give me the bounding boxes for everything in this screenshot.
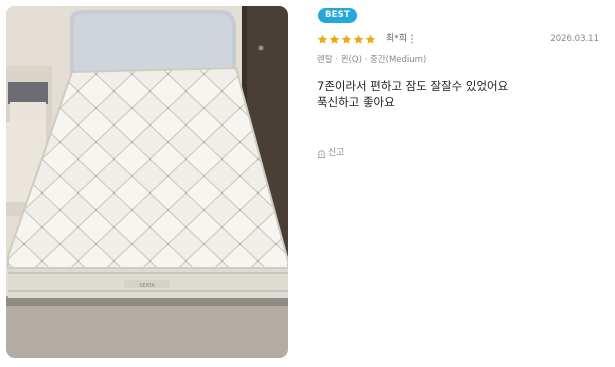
star-icon (317, 34, 328, 44)
report-label: 신고 (328, 148, 345, 158)
review-card: SERTA BEST 최*희 2026.03.11 렌탈 · 퀸(Q) · 중간… (0, 0, 615, 367)
reviewer-name: 최*희 (386, 34, 408, 44)
siren-icon (317, 149, 326, 158)
report-button[interactable]: 신고 (317, 148, 345, 159)
best-badge: BEST (318, 8, 358, 23)
star-icon (365, 34, 376, 44)
review-text-line: 푹신하고 좋아요 (317, 95, 395, 109)
star-icon (329, 34, 340, 44)
purchase-option: 렌탈 · 퀸(Q) · 중간(Medium) (317, 55, 427, 65)
review-text-line: 7존이라서 편하고 잠도 잘잘수 있었어요 (317, 79, 509, 93)
mattress-photo: SERTA (6, 6, 288, 358)
star-icon (341, 34, 352, 44)
review-photo[interactable]: SERTA (6, 6, 288, 358)
star-icon (353, 34, 364, 44)
more-vertical-icon[interactable] (410, 34, 414, 44)
photo-brand-label: SERTA (139, 283, 155, 289)
star-rating (317, 34, 377, 45)
rating-row: 최*희 (317, 33, 414, 45)
review-body: 7존이라서 편하고 잠도 잘잘수 있었어요 푹신하고 좋아요 (317, 78, 597, 110)
review-date: 2026.03.11 (550, 34, 599, 44)
